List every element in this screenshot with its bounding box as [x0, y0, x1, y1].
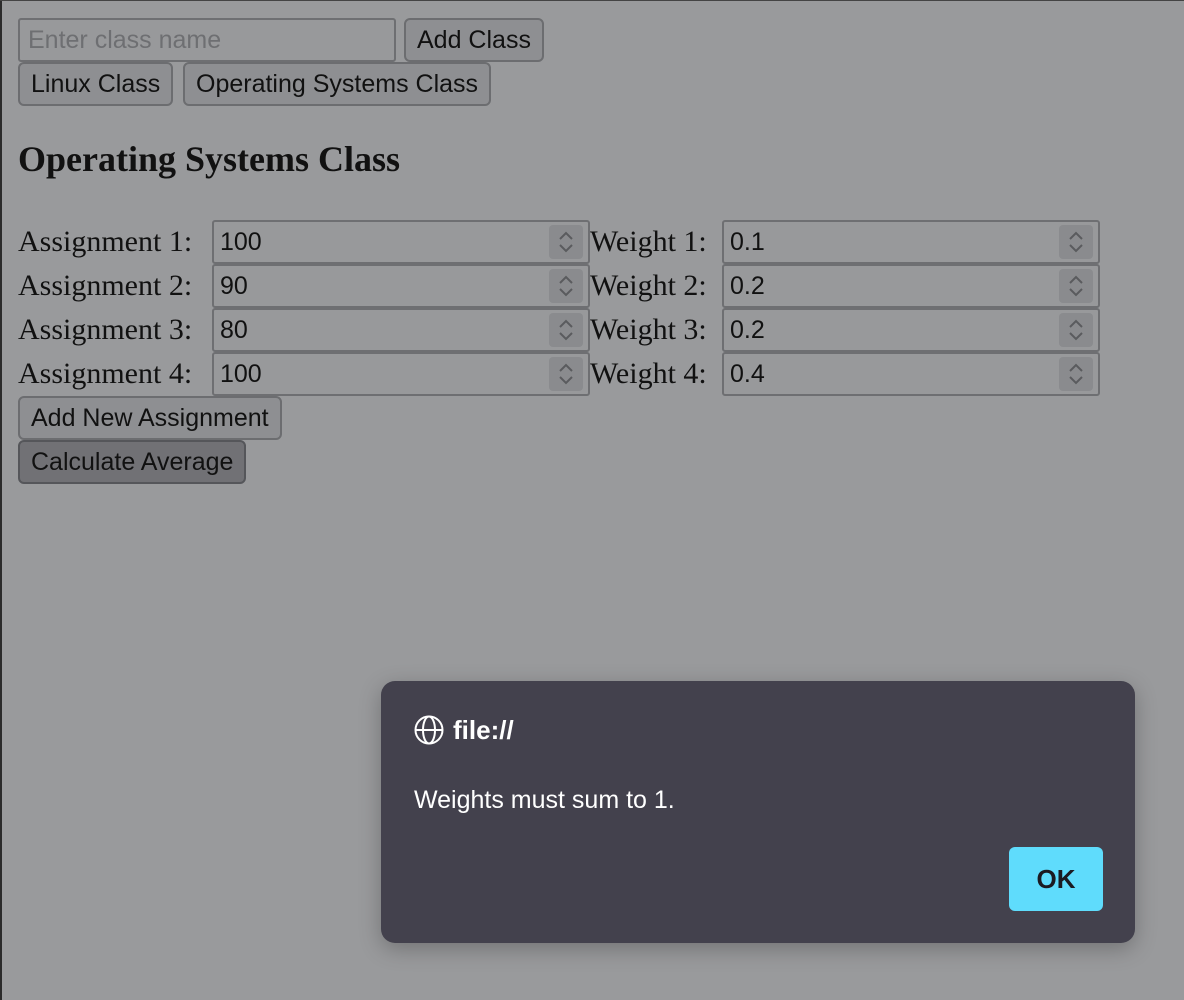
assignment-score-input[interactable]: 100: [212, 220, 590, 264]
assignment-label: Assignment 1:: [18, 225, 193, 258]
window-left-edge: [0, 0, 2, 1000]
stepper-icon[interactable]: [1059, 225, 1093, 259]
stepper-icon[interactable]: [1059, 313, 1093, 347]
assignment-label: Assignment 4:: [18, 357, 193, 390]
weight-label: Weight 2:: [590, 269, 707, 302]
ok-button[interactable]: OK: [1009, 847, 1103, 911]
globe-icon: [413, 714, 445, 746]
stepper-icon[interactable]: [1059, 357, 1093, 391]
assignment-score-value: 90: [220, 272, 248, 300]
weight-input[interactable]: 0.2: [722, 264, 1100, 308]
weight-input[interactable]: 0.4: [722, 352, 1100, 396]
add-assignment-button[interactable]: Add New Assignment: [18, 396, 282, 440]
assignment-score-input[interactable]: 100: [212, 352, 590, 396]
assignment-score-input[interactable]: 90: [212, 264, 590, 308]
window-top-edge: [0, 0, 1184, 1]
dialog-origin: file://: [453, 715, 514, 745]
class-name-input[interactable]: Enter class name: [18, 18, 396, 62]
calculate-average-button[interactable]: Calculate Average: [18, 440, 247, 484]
stepper-icon[interactable]: [549, 313, 583, 347]
weight-label: Weight 1:: [590, 225, 707, 258]
weight-label: Weight 4:: [590, 357, 707, 390]
weight-input[interactable]: 0.2: [722, 308, 1100, 352]
assignment-label: Assignment 2:: [18, 269, 193, 302]
weight-value: 0.4: [730, 360, 765, 388]
alert-dialog: file:// Weights must sum to 1. OK: [381, 681, 1135, 943]
weight-label: Weight 3:: [590, 313, 707, 346]
stepper-icon[interactable]: [1059, 269, 1093, 303]
assignment-score-value: 100: [220, 228, 262, 256]
stepper-icon[interactable]: [549, 225, 583, 259]
class-tab-operating-systems[interactable]: Operating Systems Class: [183, 62, 492, 106]
assignment-score-input[interactable]: 80: [212, 308, 590, 352]
assignment-score-value: 80: [220, 316, 248, 344]
assignment-label: Assignment 3:: [18, 313, 193, 346]
weight-value: 0.1: [730, 228, 765, 256]
add-class-button[interactable]: Add Class: [404, 18, 544, 62]
class-heading: Operating Systems Class: [18, 139, 401, 179]
weight-value: 0.2: [730, 272, 765, 300]
weight-input[interactable]: 0.1: [722, 220, 1100, 264]
weight-value: 0.2: [730, 316, 765, 344]
stepper-icon[interactable]: [549, 357, 583, 391]
dialog-message: Weights must sum to 1.: [414, 786, 675, 814]
assignment-score-value: 100: [220, 360, 262, 388]
stepper-icon[interactable]: [549, 269, 583, 303]
class-tab-linux[interactable]: Linux Class: [18, 62, 174, 106]
